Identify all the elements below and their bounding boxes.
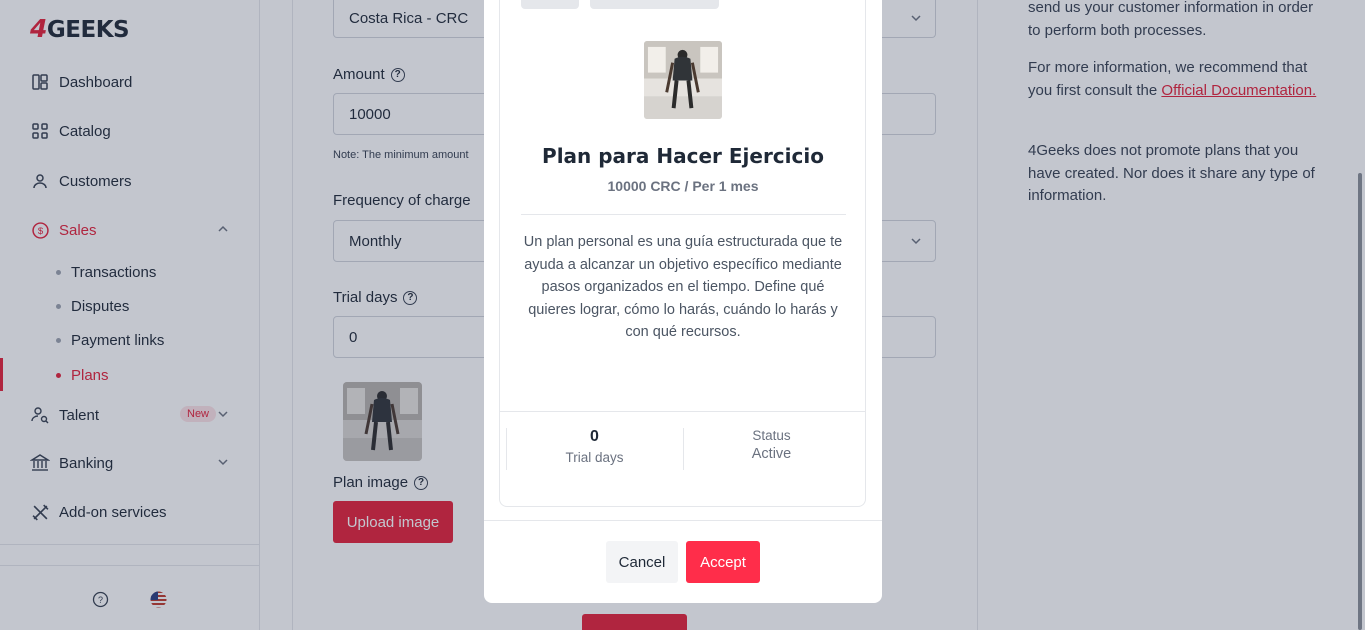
plan-title: Plan para Hacer Ejercicio <box>542 144 824 168</box>
trial-days-stat-value: 0 <box>590 428 599 445</box>
cancel-button[interactable]: Cancel <box>606 541 678 583</box>
divider <box>521 214 846 215</box>
plan-price: 10000 CRC / Per 1 mes <box>607 178 759 194</box>
status-stat: Status Active <box>683 428 860 470</box>
status-stat-value: Active <box>751 446 792 462</box>
trial-days-stat-label: Trial days <box>565 450 624 465</box>
divider <box>499 411 866 412</box>
divider <box>484 520 882 521</box>
trial-days-stat: 0 Trial days <box>506 428 683 470</box>
plan-description: Un plan personal es una guía estructurad… <box>523 234 843 340</box>
accept-button[interactable]: Accept <box>686 541 760 583</box>
plan-image <box>644 41 722 119</box>
status-stat-label: Status <box>752 428 791 443</box>
plan-preview-modal: Plan para Hacer Ejercicio 10000 CRC / Pe… <box>484 0 882 603</box>
